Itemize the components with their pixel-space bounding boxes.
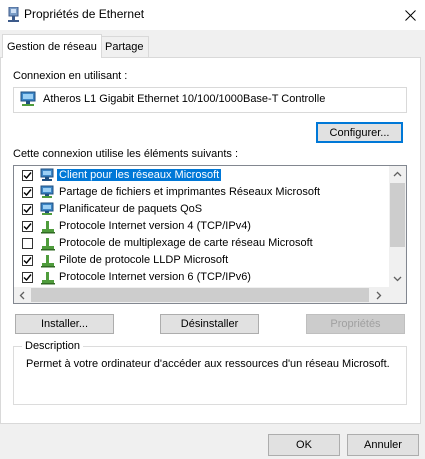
list-item[interactable]: Protocole Internet version 6 (TCP/IPv6) bbox=[14, 269, 390, 286]
item-checkbox[interactable] bbox=[22, 187, 33, 198]
checkmark-icon bbox=[23, 257, 32, 265]
scroll-down-icon[interactable] bbox=[393, 276, 402, 282]
item-checkbox[interactable] bbox=[22, 221, 33, 232]
uninstall-button[interactable]: Désinstaller bbox=[160, 314, 259, 334]
list-item[interactable]: Protocole Internet version 4 (TCP/IPv4) bbox=[14, 218, 390, 235]
list-item[interactable]: Partage de fichiers et imprimantes Résea… bbox=[14, 184, 390, 201]
network-adapter-icon bbox=[20, 91, 36, 106]
scroll-corner bbox=[389, 287, 406, 303]
adapter-name: Atheros L1 Gigabit Ethernet 10/100/1000B… bbox=[43, 93, 326, 105]
item-checkbox[interactable] bbox=[22, 204, 33, 215]
list-item[interactable]: Pilote de protocole LLDP Microsoft bbox=[14, 252, 390, 269]
checkmark-icon bbox=[23, 172, 32, 180]
scroll-thumb[interactable] bbox=[390, 183, 405, 247]
item-checkbox[interactable] bbox=[22, 238, 33, 249]
item-checkbox[interactable] bbox=[22, 272, 33, 283]
configure-button[interactable]: Configurer... bbox=[316, 122, 403, 143]
item-label: Partage de fichiers et imprimantes Résea… bbox=[59, 186, 321, 198]
item-label: Planificateur de paquets QoS bbox=[59, 203, 203, 215]
item-label: Protocole Internet version 4 (TCP/IPv4) bbox=[59, 220, 251, 232]
cancel-button[interactable]: Annuler bbox=[347, 434, 419, 456]
description-legend: Description bbox=[22, 340, 84, 352]
scroll-left-icon[interactable] bbox=[19, 291, 25, 300]
tab-networking[interactable]: Gestion de réseau bbox=[2, 34, 102, 58]
list-item[interactable]: Client pour les réseaux Microsoft bbox=[14, 167, 390, 184]
description-text: Permet à votre ordinateur d'accéder aux … bbox=[26, 358, 390, 370]
items-label: Cette connexion utilise les éléments sui… bbox=[13, 148, 239, 160]
horizontal-scrollbar[interactable] bbox=[14, 287, 389, 303]
item-label: Protocole de multiplexage de carte résea… bbox=[59, 237, 313, 249]
network-adapter-icon bbox=[8, 7, 19, 22]
install-button[interactable]: Installer... bbox=[15, 314, 114, 334]
item-label: Client pour les réseaux Microsoft bbox=[57, 169, 222, 181]
items-list[interactable]: Client pour les réseaux Microsoft Partag… bbox=[13, 165, 407, 304]
list-item[interactable]: Planificateur de paquets QoS bbox=[14, 201, 390, 218]
checkmark-icon bbox=[23, 189, 32, 197]
network-service-icon bbox=[40, 202, 54, 215]
network-client-icon bbox=[40, 168, 54, 181]
description-group bbox=[13, 346, 407, 405]
protocol-icon bbox=[41, 221, 55, 234]
scroll-thumb[interactable] bbox=[31, 288, 369, 302]
ok-button[interactable]: OK bbox=[268, 434, 340, 456]
checkmark-icon bbox=[23, 206, 32, 214]
checkmark-icon bbox=[23, 274, 32, 282]
protocol-icon bbox=[41, 238, 55, 251]
protocol-icon bbox=[41, 255, 55, 268]
item-label: Pilote de protocole LLDP Microsoft bbox=[59, 254, 229, 266]
item-label: Protocole Internet version 6 (TCP/IPv6) bbox=[59, 271, 251, 283]
properties-button[interactable]: Propriétés bbox=[306, 314, 405, 334]
network-service-icon bbox=[40, 185, 54, 198]
close-icon bbox=[405, 9, 416, 21]
window-title: Propriétés de Ethernet bbox=[24, 7, 145, 21]
item-checkbox[interactable] bbox=[22, 255, 33, 266]
scroll-right-icon[interactable] bbox=[376, 291, 382, 300]
scroll-up-icon[interactable] bbox=[393, 171, 402, 177]
checkmark-icon bbox=[23, 223, 32, 231]
protocol-icon bbox=[41, 272, 55, 285]
close-button[interactable] bbox=[396, 0, 425, 30]
connect-using-label: Connexion en utilisant : bbox=[13, 70, 128, 82]
list-item[interactable]: Protocole de multiplexage de carte résea… bbox=[14, 235, 390, 252]
vertical-scrollbar[interactable] bbox=[389, 166, 406, 287]
item-checkbox[interactable] bbox=[22, 170, 33, 181]
tab-sharing[interactable]: Partage bbox=[100, 36, 149, 57]
